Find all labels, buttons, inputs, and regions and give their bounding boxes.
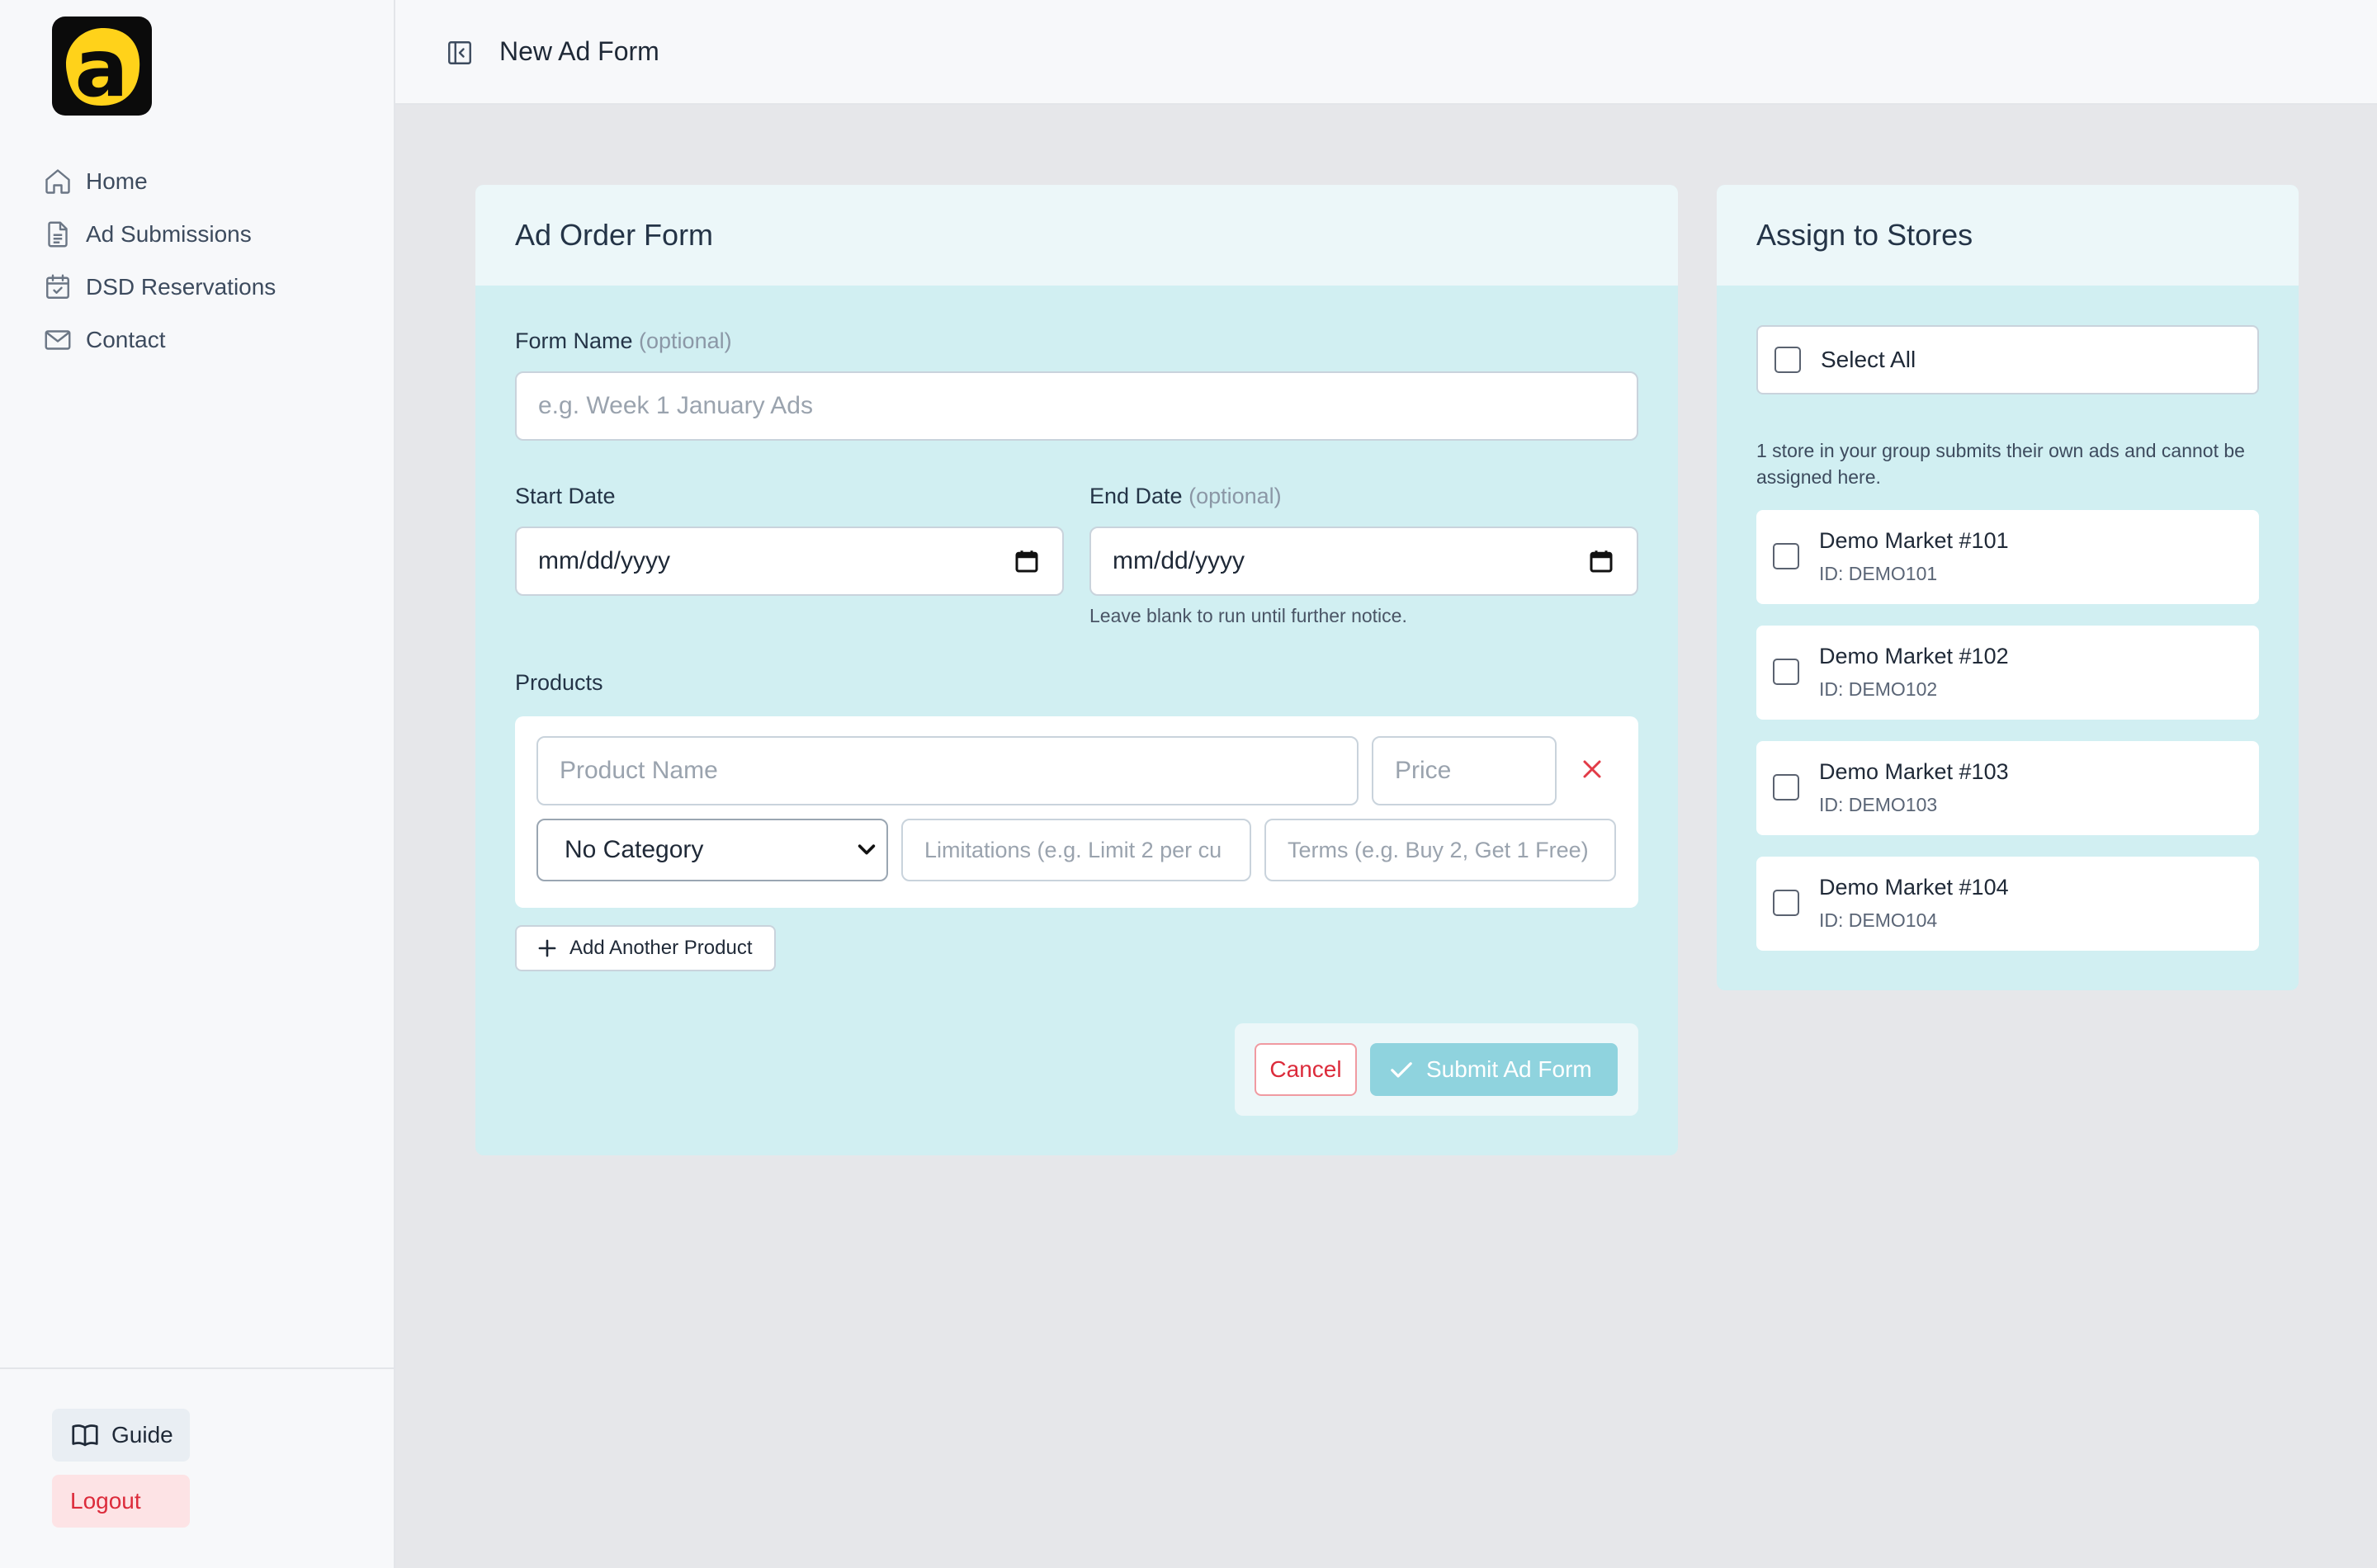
sidebar: a Home Ad Submissions DSD Reservations C… (0, 0, 395, 1568)
limitations-placeholder: Limitations (e.g. Limit 2 per cu (924, 837, 1222, 862)
select-all-option[interactable]: Select All (1756, 325, 2259, 394)
start-date-input[interactable]: mm/dd/yyyy (515, 527, 1064, 596)
top-header: New Ad Form (395, 0, 2377, 105)
sidebar-item-ad-submissions[interactable]: Ad Submissions (43, 208, 373, 261)
store-id: ID: DEMO101 (1819, 563, 1938, 584)
logo-letter: a (75, 23, 129, 109)
home-icon (43, 167, 73, 196)
category-selected-value: No Category (565, 836, 704, 863)
guide-button[interactable]: Guide (52, 1409, 190, 1462)
store-id: ID: DEMO104 (1819, 909, 1938, 931)
store-checkbox[interactable] (1773, 774, 1799, 801)
document-icon (43, 220, 73, 249)
chevron-down-icon (858, 844, 876, 855)
add-product-label: Add Another Product (569, 937, 753, 959)
form-name-label: Form Name (optional) (515, 328, 732, 354)
select-all-checkbox[interactable] (1774, 347, 1801, 373)
guide-label: Guide (111, 1422, 173, 1448)
form-name-input[interactable]: e.g. Week 1 January Ads (515, 371, 1638, 441)
sidebar-item-label: DSD Reservations (86, 274, 276, 300)
end-date-input[interactable]: mm/dd/yyyy (1089, 527, 1638, 596)
end-date-placeholder: mm/dd/yyyy (1113, 547, 1245, 574)
cancel-label: Cancel (1269, 1056, 1342, 1082)
submit-label: Submit Ad Form (1426, 1056, 1592, 1082)
book-open-icon (70, 1420, 100, 1450)
sidebar-nav: Home Ad Submissions DSD Reservations Con… (43, 155, 373, 366)
category-select[interactable]: No Category (536, 819, 888, 881)
store-name: Demo Market #102 (1819, 644, 2009, 668)
sidebar-item-label: Ad Submissions (86, 221, 252, 247)
optional-hint: (optional) (639, 328, 732, 353)
form-name-placeholder: e.g. Week 1 January Ads (538, 392, 813, 419)
price-placeholder: Price (1395, 757, 1452, 784)
logout-button[interactable]: Logout (52, 1475, 190, 1528)
store-id: ID: DEMO102 (1819, 678, 1938, 700)
add-product-button[interactable]: Add Another Product (515, 925, 776, 971)
end-date-hint: Leave blank to run until further notice. (1089, 605, 1407, 626)
end-date-label-text: End Date (1089, 484, 1183, 508)
optional-hint: (optional) (1188, 484, 1282, 508)
check-icon (1391, 1062, 1412, 1078)
plus-icon (538, 939, 556, 957)
store-checkbox[interactable] (1773, 890, 1799, 916)
cancel-button[interactable]: Cancel (1255, 1043, 1357, 1096)
sidebar-item-label: Home (86, 168, 148, 194)
calendar-check-icon (43, 272, 73, 302)
sidebar-divider (0, 1367, 395, 1369)
store-name: Demo Market #104 (1819, 875, 2009, 900)
assign-to-stores-card: Assign to Stores Select All 1 store in y… (1717, 185, 2299, 990)
terms-placeholder: Terms (e.g. Buy 2, Get 1 Free) (1288, 837, 1589, 862)
store-name: Demo Market #103 (1819, 759, 2009, 784)
sidebar-item-contact[interactable]: Contact (43, 314, 373, 366)
start-date-label: Start Date (515, 484, 616, 508)
sidebar-toggle-icon[interactable] (445, 38, 475, 68)
page-title: New Ad Form (499, 36, 659, 66)
sidebar-item-home[interactable]: Home (43, 155, 373, 208)
products-label: Products (515, 670, 603, 695)
store-item[interactable]: Demo Market #101 ID: DEMO101 (1756, 510, 2259, 604)
end-date-label: End Date (optional) (1089, 484, 1282, 509)
sidebar-item-label: Contact (86, 327, 166, 352)
ad-order-form-card: Ad Order Form Form Name (optional) e.g. … (475, 185, 1678, 1155)
select-all-label: Select All (1821, 347, 1916, 372)
sidebar-item-dsd-reservations[interactable]: DSD Reservations (43, 261, 373, 314)
logout-label: Logout (70, 1488, 141, 1514)
store-checkbox[interactable] (1773, 543, 1799, 569)
brand-logo[interactable]: a (52, 17, 152, 116)
product-name-placeholder: Product Name (560, 757, 718, 784)
store-item[interactable]: Demo Market #103 ID: DEMO103 (1756, 741, 2259, 835)
form-card-title: Ad Order Form (475, 185, 1678, 286)
mail-icon (43, 325, 73, 355)
start-date-placeholder: mm/dd/yyyy (538, 547, 671, 574)
stores-note: 1 store in your group submits their own … (1756, 440, 2245, 488)
store-id: ID: DEMO103 (1819, 794, 1938, 815)
store-item[interactable]: Demo Market #104 ID: DEMO104 (1756, 857, 2259, 951)
product-name-input[interactable]: Product Name (536, 736, 1359, 805)
calendar-icon[interactable] (1014, 548, 1039, 574)
stores-card-title: Assign to Stores (1717, 185, 2299, 286)
terms-input[interactable]: Terms (e.g. Buy 2, Get 1 Free) (1264, 819, 1616, 881)
store-checkbox[interactable] (1773, 659, 1799, 685)
store-name: Demo Market #101 (1819, 528, 2009, 553)
calendar-icon[interactable] (1589, 548, 1614, 574)
limitations-input[interactable]: Limitations (e.g. Limit 2 per cu (901, 819, 1251, 881)
submit-ad-form-button[interactable]: Submit Ad Form (1370, 1043, 1618, 1096)
form-actions: Cancel Submit Ad Form (1235, 1023, 1638, 1116)
logo-mark: a (66, 23, 140, 109)
form-name-label-text: Form Name (515, 328, 633, 353)
store-item[interactable]: Demo Market #102 ID: DEMO102 (1756, 626, 2259, 720)
remove-product-icon[interactable] (1580, 757, 1604, 782)
price-input[interactable]: Price (1372, 736, 1557, 805)
